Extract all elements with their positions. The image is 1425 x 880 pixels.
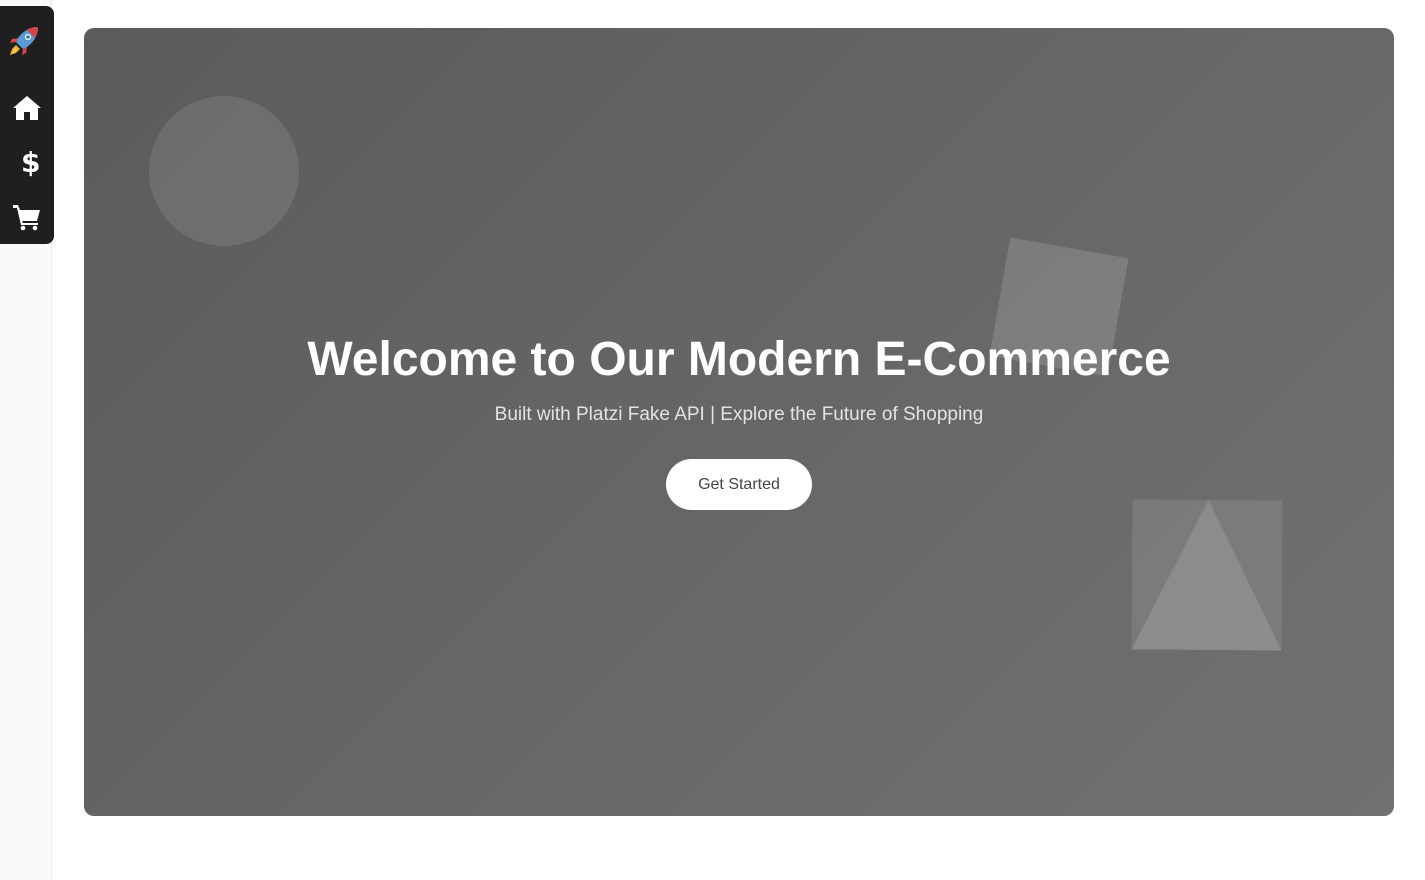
hero-title: Welcome to Our Modern E-Commerce: [307, 333, 1171, 386]
hero-content: Welcome to Our Modern E-Commerce Built w…: [84, 330, 1394, 510]
hero-banner: Welcome to Our Modern E-Commerce Built w…: [84, 28, 1394, 816]
get-started-button[interactable]: Get Started: [666, 459, 812, 510]
hero-subtitle: Built with Platzi Fake API | Explore the…: [494, 404, 984, 425]
sidebar-nav: $: [0, 6, 54, 244]
cart-icon[interactable]: [6, 195, 48, 237]
decorative-circle: [149, 96, 299, 246]
decorative-triangle: [1131, 500, 1282, 651]
svg-text:$: $: [21, 147, 40, 177]
rocket-icon[interactable]: [4, 20, 44, 62]
page: $ Welcome to Our Modern E-Commerce Built…: [0, 0, 1425, 880]
decorative-triangle-box: [1131, 499, 1283, 651]
dollar-icon[interactable]: $: [6, 141, 48, 183]
home-icon[interactable]: [6, 87, 48, 129]
